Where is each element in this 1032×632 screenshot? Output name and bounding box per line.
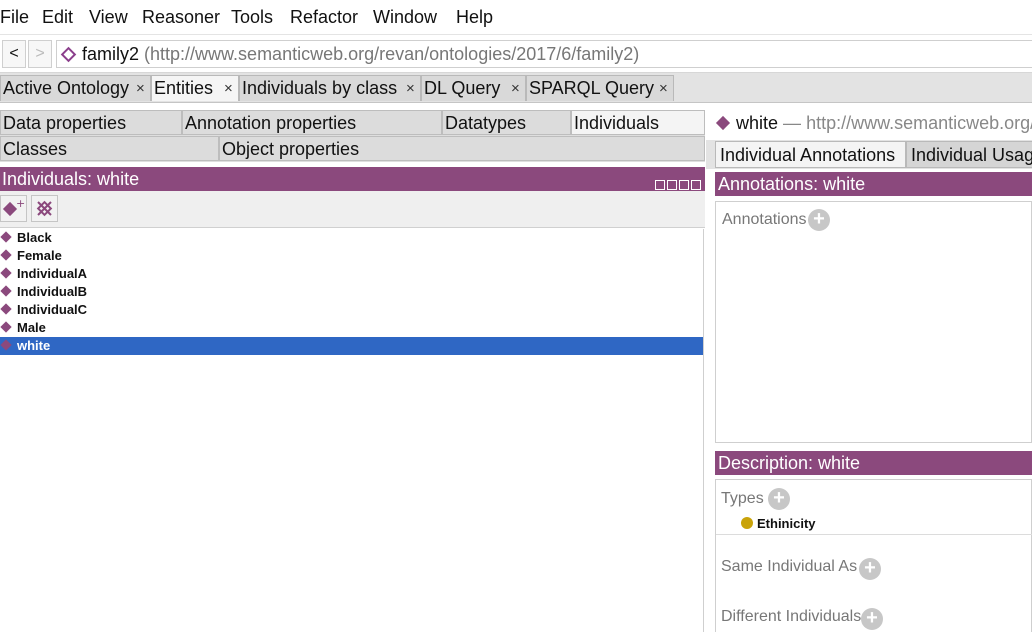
annotations-panel	[715, 201, 1032, 443]
list-item-selected[interactable]: white	[0, 337, 703, 355]
tab-individual-usage[interactable]: Individual Usage	[906, 141, 1032, 168]
ontology-icon	[60, 46, 77, 63]
entity-uri: http://www.semanticweb.org/revan/ontolog…	[806, 113, 1032, 133]
tab-individuals[interactable]: Individuals	[571, 110, 705, 135]
workspace-tabs: Active Ontology × Entities × Individuals…	[0, 73, 1032, 103]
tab-individuals-by-class[interactable]: Individuals by class ×	[239, 75, 421, 101]
ontology-name: family2	[82, 44, 140, 64]
tab-datatypes[interactable]: Datatypes	[442, 110, 571, 135]
entity-tabs: Data properties Annotation properties Da…	[0, 110, 705, 162]
individuals-toolbar: +	[0, 191, 705, 228]
add-type-button[interactable]: +	[768, 488, 790, 510]
close-icon[interactable]: ×	[406, 76, 415, 101]
tab-label: Active Ontology	[3, 78, 130, 98]
menu-bar: File Edit View Reasoner Tools Refactor W…	[0, 0, 1032, 35]
list-item[interactable]: Male	[0, 319, 703, 337]
add-annotation-button[interactable]: +	[808, 209, 830, 231]
individual-icon	[0, 249, 12, 261]
tab-object-properties[interactable]: Object properties	[219, 136, 705, 161]
individual-icon	[0, 267, 12, 279]
individual-icon	[0, 339, 12, 351]
maximize-icon[interactable]	[679, 180, 689, 190]
type-item[interactable]: Ethinicity	[741, 516, 816, 531]
add-same-individual-button[interactable]: +	[859, 558, 881, 580]
ontology-uri: (http://www.semanticweb.org/revan/ontolo…	[144, 44, 640, 64]
individuals-panel-title: Individuals: white	[2, 169, 140, 189]
tab-label: Individuals by class	[242, 78, 398, 98]
list-item[interactable]: IndividualC	[0, 301, 703, 319]
list-item[interactable]: IndividualA	[0, 265, 703, 283]
annotations-panel-header: Annotations: white	[715, 172, 1032, 196]
minimize-icon[interactable]	[667, 180, 677, 190]
menu-help[interactable]: Help	[456, 0, 493, 34]
tab-label: DL Query	[424, 78, 501, 98]
svg-text:+: +	[16, 197, 25, 210]
close-icon[interactable]: ×	[136, 76, 145, 101]
back-button[interactable]: <	[2, 40, 26, 68]
close-icon[interactable]: ×	[224, 76, 233, 101]
add-individual-button[interactable]: +	[0, 195, 27, 222]
individuals-list: Black Female IndividualA IndividualB Ind…	[0, 229, 704, 632]
type-label: Ethinicity	[757, 516, 816, 531]
close-icon[interactable]: ×	[659, 76, 668, 101]
list-item[interactable]: Black	[0, 229, 703, 247]
list-item[interactable]: Female	[0, 247, 703, 265]
individual-icon	[0, 321, 12, 333]
address-bar: < > family2 (http://www.semanticweb.org/…	[0, 36, 1032, 73]
menu-edit[interactable]: Edit	[42, 0, 73, 34]
menu-reasoner[interactable]: Reasoner	[142, 0, 220, 34]
individual-icon	[715, 116, 731, 131]
same-individual-section-label: Same Individual As	[721, 558, 858, 575]
individuals-panel-header: Individuals: white	[0, 167, 705, 191]
forward-button[interactable]: >	[28, 40, 52, 68]
description-panel-header: Description: white	[715, 451, 1032, 475]
menu-file[interactable]: File	[0, 0, 29, 34]
entity-name: white	[736, 113, 779, 133]
menu-refactor[interactable]: Refactor	[290, 0, 358, 34]
description-panel-title: Description: white	[718, 453, 861, 473]
tab-classes[interactable]: Classes	[0, 136, 219, 161]
individual-icon	[0, 231, 12, 243]
add-individual-icon: +	[2, 197, 25, 217]
individual-icon	[0, 285, 12, 297]
class-icon	[741, 517, 753, 529]
types-section-label: Types	[721, 490, 764, 507]
tab-label: SPARQL Query	[529, 78, 655, 98]
entity-separator: —	[783, 113, 802, 133]
tab-dl-query[interactable]: DL Query ×	[421, 75, 526, 101]
tab-label: Entities	[154, 78, 214, 98]
tab-individual-annotations[interactable]: Individual Annotations	[715, 141, 906, 168]
menu-tools[interactable]: Tools	[231, 0, 273, 34]
delete-individual-button[interactable]	[31, 195, 58, 222]
tab-sparql-query[interactable]: SPARQL Query ×	[526, 75, 674, 101]
divider	[716, 534, 1032, 535]
list-item[interactable]: IndividualB	[0, 283, 703, 301]
right-tabs: Individual Annotations Individual Usage	[706, 140, 1032, 169]
tab-entities[interactable]: Entities ×	[151, 75, 239, 101]
individual-icon	[0, 303, 12, 315]
annotations-panel-title: Annotations: white	[718, 174, 866, 194]
entity-header: white — http://www.semanticweb.org/revan…	[706, 109, 1032, 137]
menu-view[interactable]: View	[89, 0, 128, 34]
close-icon[interactable]: ×	[511, 76, 520, 101]
delete-individual-icon	[36, 200, 53, 217]
tab-data-properties[interactable]: Data properties	[0, 110, 182, 135]
split-view-icon[interactable]	[655, 180, 665, 190]
menu-window[interactable]: Window	[373, 0, 437, 34]
tab-annotation-properties[interactable]: Annotation properties	[182, 110, 442, 135]
close-view-icon[interactable]	[691, 180, 701, 190]
annotations-section-label: Annotations	[722, 211, 807, 228]
different-individuals-section-label: Different Individuals	[721, 608, 862, 625]
add-different-individual-button[interactable]: +	[861, 608, 883, 630]
ontology-address[interactable]: family2 (http://www.semanticweb.org/reva…	[56, 40, 1032, 68]
tab-active-ontology[interactable]: Active Ontology ×	[0, 75, 151, 101]
